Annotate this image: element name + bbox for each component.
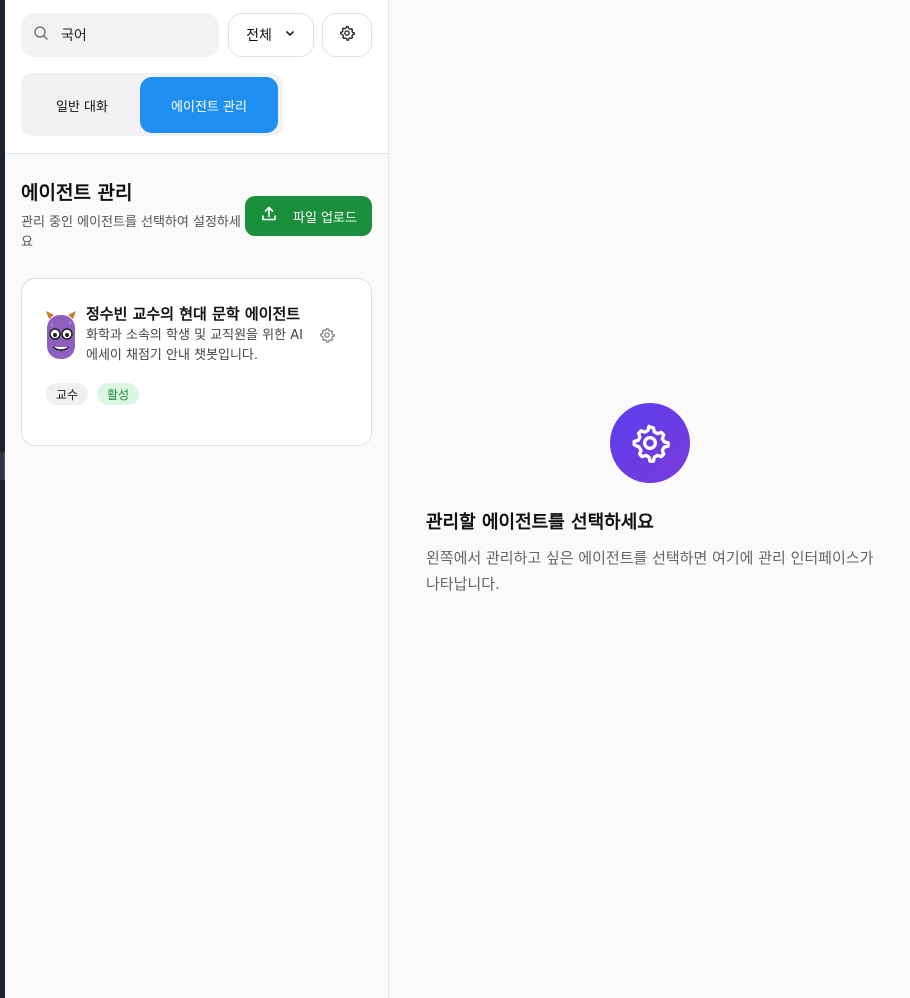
- settings-button[interactable]: [322, 13, 372, 57]
- search-input[interactable]: [61, 27, 211, 43]
- role-badge: 교수: [46, 383, 89, 405]
- agent-description: 화학과 소속의 학생 및 교직원을 위한 AI 에세이 채점기 안내 챗봇입니다…: [86, 328, 303, 363]
- upload-icon: [261, 206, 277, 226]
- sidebar-toolbar: 전체 일반 대화 에이전트 관리: [5, 0, 388, 154]
- file-upload-button[interactable]: 파일 업로드: [245, 196, 372, 236]
- agent-detail-panel: 관리할 에이전트를 선택하세요 왼쪽에서 관리하고 싶은 에이전트를 선택하면 …: [389, 0, 910, 998]
- agent-settings-gear-icon[interactable]: [319, 327, 335, 343]
- agent-title: 정수빈 교수의 현대 문학 에이전트: [86, 305, 301, 323]
- agent-sidebar: 전체 일반 대화 에이전트 관리 에이전트 관리 관리 중인 에이전트를 선택하…: [5, 0, 389, 998]
- filter-selected-label: 전체: [246, 28, 272, 44]
- monster-avatar-icon: [46, 311, 76, 359]
- section-subtitle: 관리 중인 에이전트를 선택하여 설정하세요: [21, 215, 241, 250]
- filter-dropdown[interactable]: 전체: [228, 13, 314, 57]
- search-icon: [33, 25, 49, 45]
- tab-general-chat[interactable]: 일반 대화: [21, 77, 143, 133]
- section-title: 에이전트 관리: [21, 182, 133, 204]
- section-header: 에이전트 관리: [21, 178, 133, 205]
- empty-state-description: 왼쪽에서 관리하고 싶은 에이전트를 선택하면 여기에 관리 인터페이스가 나타…: [426, 549, 874, 593]
- tab-agent-management[interactable]: 에이전트 관리: [140, 77, 278, 133]
- empty-state-gear-icon: [610, 403, 690, 483]
- status-badge: 활성: [97, 383, 140, 405]
- chevron-down-icon: [284, 27, 296, 43]
- empty-state-title: 관리할 에이전트를 선택하세요: [426, 512, 654, 533]
- gear-icon: [339, 25, 355, 45]
- upload-button-label: 파일 업로드: [293, 210, 357, 226]
- agent-card[interactable]: 정수빈 교수의 현대 문학 에이전트 화학과 소속의 학생 및 교직원을 위한 …: [21, 278, 372, 446]
- search-box[interactable]: [21, 13, 219, 57]
- mode-tabs: 일반 대화 에이전트 관리: [21, 73, 283, 136]
